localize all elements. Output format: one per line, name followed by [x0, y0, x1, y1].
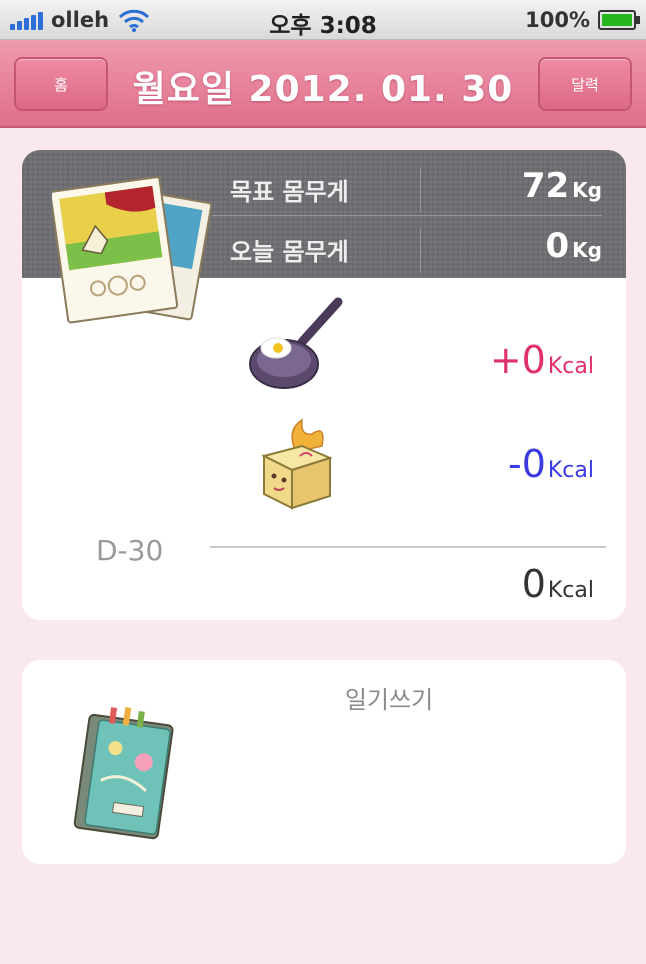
row-separator — [420, 228, 421, 272]
photo-stack-icon[interactable] — [52, 174, 212, 324]
nav-bar: 홈 월요일 2012. 01. 30 달력 — [0, 40, 646, 128]
battery-fill — [602, 14, 632, 26]
home-button[interactable]: 홈 — [14, 57, 108, 111]
summary-card: 목표 몸무게 72 Kg 오늘 몸무게 0 Kg +0 Kcal -0 Kcal… — [22, 150, 626, 620]
frying-pan-icon[interactable] — [246, 296, 346, 396]
time-prefix: 오후 — [269, 13, 312, 39]
today-weight-value: 0 Kg — [546, 226, 603, 266]
status-bar: olleh 오후 3:08 100% — [0, 0, 646, 40]
time-value: 3:08 — [319, 13, 377, 39]
intake-kcal-unit: Kcal — [547, 354, 594, 379]
today-weight-label: 오늘 몸무게 — [230, 238, 349, 266]
target-weight-unit: Kg — [572, 178, 602, 202]
today-weight-row[interactable]: 오늘 몸무게 0 Kg — [212, 220, 602, 276]
burn-kcal-value: -0 — [507, 442, 546, 486]
diary-card[interactable]: 일기쓰기 — [22, 660, 626, 864]
intake-kcal: +0 Kcal — [490, 338, 594, 382]
burning-box-icon[interactable] — [256, 416, 340, 512]
burn-kcal: -0 Kcal — [508, 442, 594, 486]
status-right: 100% — [525, 8, 640, 32]
total-kcal: 0 Kcal — [522, 562, 594, 606]
target-weight-number: 72 — [521, 166, 570, 206]
target-weight-value: 72 Kg — [522, 166, 602, 206]
total-divider — [210, 546, 606, 548]
intake-kcal-value: +0 — [489, 338, 546, 382]
calendar-button[interactable]: 달력 — [538, 57, 632, 111]
today-weight-unit: Kg — [572, 238, 602, 262]
row-separator — [420, 168, 421, 212]
today-weight-number: 0 — [545, 226, 570, 266]
target-weight-row[interactable]: 목표 몸무게 72 Kg — [212, 160, 602, 216]
total-kcal-value: 0 — [521, 562, 546, 606]
notebook-icon[interactable] — [72, 704, 182, 844]
dday-counter: D-30 — [96, 534, 164, 567]
burn-kcal-unit: Kcal — [547, 458, 594, 483]
page-title: 월요일 2012. 01. 30 — [132, 69, 514, 110]
battery-icon — [598, 10, 640, 30]
target-weight-label: 목표 몸무게 — [230, 178, 349, 206]
battery-percent: 100% — [525, 8, 590, 32]
total-kcal-unit: Kcal — [547, 578, 594, 603]
